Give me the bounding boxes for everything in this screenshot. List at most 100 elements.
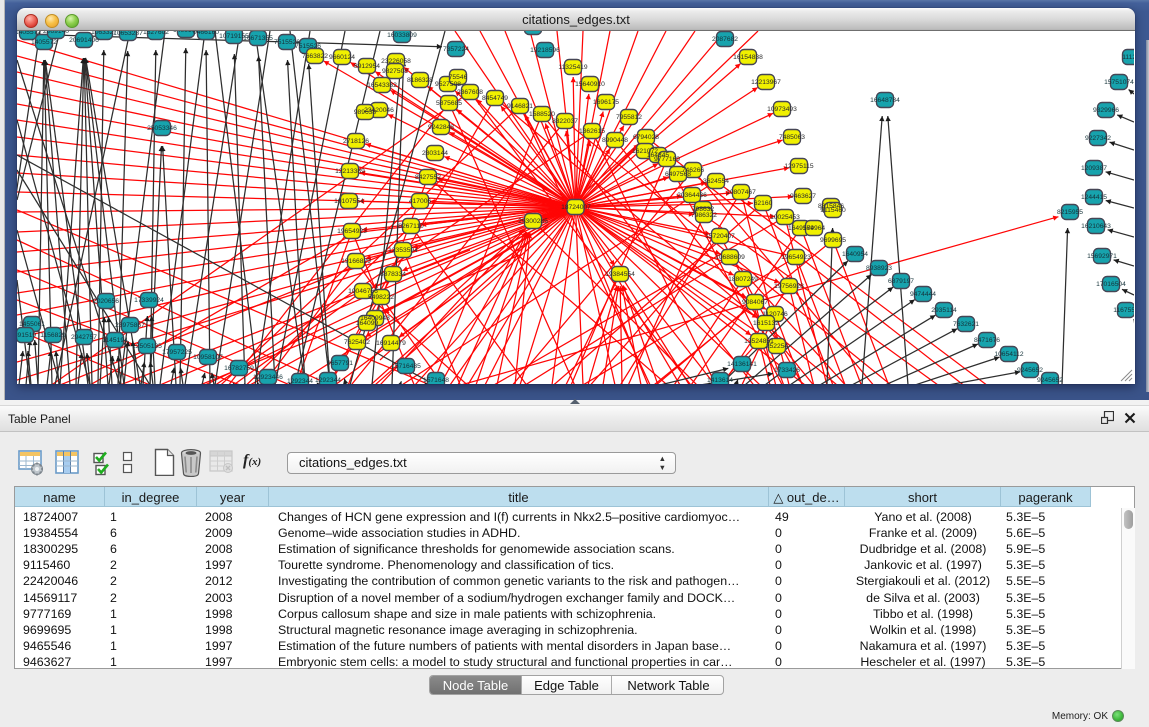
svg-text:10654112: 10654112 [994, 351, 1024, 358]
svg-text:7986322: 7986322 [691, 212, 717, 219]
svg-text:8471676: 8471676 [974, 337, 1000, 344]
svg-text:19654923: 19654923 [337, 228, 367, 235]
svg-text:7955812: 7955812 [616, 114, 642, 121]
svg-text:1145194: 1145194 [102, 337, 128, 344]
svg-text:10107554: 10107554 [334, 198, 364, 205]
svg-text:1292344: 1292344 [287, 378, 313, 384]
svg-text:20691406: 20691406 [69, 37, 99, 44]
svg-text:9146821: 9146821 [507, 103, 533, 110]
svg-text:12353594: 12353594 [388, 247, 418, 254]
svg-text:9777169: 9777169 [654, 156, 680, 163]
svg-text:1362615: 1362615 [579, 128, 605, 135]
svg-text:11325419: 11325419 [558, 64, 588, 71]
svg-text:8322037: 8322037 [552, 118, 578, 125]
svg-text:8878334: 8878334 [380, 271, 406, 278]
svg-text:7625402: 7625402 [344, 339, 370, 346]
svg-text:17016504: 17016504 [1096, 281, 1126, 288]
svg-text:9242848: 9242848 [428, 124, 454, 131]
svg-text:10025453: 10025453 [770, 214, 800, 221]
svg-text:2087682: 2087682 [712, 36, 738, 43]
svg-text:1405572: 1405572 [31, 39, 57, 46]
svg-text:1527602: 1527602 [143, 31, 169, 36]
svg-text:19654923: 19654923 [781, 254, 811, 261]
svg-text:9115460: 9115460 [820, 207, 846, 214]
svg-text:17957225: 17957225 [162, 349, 192, 356]
svg-text:17339924: 17339924 [134, 297, 164, 304]
svg-text:8912954: 8912954 [354, 63, 380, 70]
svg-text:9474444: 9474444 [910, 291, 936, 298]
svg-text:18807249: 18807249 [728, 276, 758, 283]
svg-text:1733426: 1733426 [774, 367, 800, 374]
svg-text:19166829: 19166829 [341, 258, 371, 265]
svg-text:8938923: 8938923 [866, 265, 892, 272]
svg-text:3624554: 3624554 [703, 178, 729, 185]
svg-text:10973493: 10973493 [767, 106, 797, 113]
svg-text:16782759: 16782759 [224, 365, 254, 372]
svg-text:9657791: 9657791 [327, 360, 353, 367]
svg-text:25053346: 25053346 [147, 125, 177, 132]
svg-text:2935114: 2935114 [931, 307, 957, 314]
svg-text:0466160: 0466160 [193, 31, 219, 36]
svg-text:7632621: 7632621 [953, 321, 979, 328]
svg-text:15640910: 15640910 [575, 81, 605, 88]
svg-text:15716485: 15716485 [391, 363, 421, 370]
svg-text:1120746: 1120746 [762, 311, 788, 318]
svg-text:1413614: 1413614 [707, 377, 733, 384]
svg-text:252254: 252254 [766, 343, 789, 350]
svg-text:8186328: 8186328 [407, 77, 433, 84]
svg-text:1244415: 1244415 [1081, 194, 1107, 201]
svg-text:1455061: 1455061 [19, 321, 45, 328]
svg-text:8267110: 8267110 [398, 223, 424, 230]
svg-text:75546: 75546 [449, 74, 468, 81]
svg-text:1209387: 1209387 [1081, 165, 1107, 172]
svg-text:2367608: 2367608 [457, 89, 483, 96]
svg-text:16210643: 16210643 [1081, 223, 1111, 230]
svg-text:16914479: 16914479 [376, 340, 406, 347]
svg-text:14136141: 14136141 [727, 361, 757, 368]
svg-text:2020656: 2020656 [93, 298, 119, 305]
svg-text:11121: 11121 [1122, 54, 1134, 61]
svg-text:8215955: 8215955 [1057, 209, 1083, 216]
svg-text:9527508: 9527508 [435, 81, 461, 88]
svg-text:16543382: 16543382 [367, 82, 397, 89]
svg-text:25300285: 25300285 [518, 218, 548, 225]
svg-text:9329966: 9329966 [1093, 107, 1119, 114]
svg-text:19384554: 19384554 [605, 271, 635, 278]
svg-text:9227342: 9227342 [1085, 135, 1111, 142]
svg-text:62160: 62160 [754, 200, 773, 207]
svg-text:2718126: 2718126 [343, 138, 369, 145]
svg-text:9827508: 9827508 [382, 68, 408, 75]
svg-text:8454749: 8454749 [482, 95, 508, 102]
svg-text:1640954: 1640954 [842, 251, 868, 258]
svg-text:6497568: 6497568 [665, 171, 691, 178]
svg-text:417006: 417006 [409, 198, 432, 205]
svg-text:10688609: 10688609 [715, 254, 745, 261]
svg-text:8427552: 8427552 [415, 174, 441, 181]
svg-text:19756928: 19756928 [774, 283, 804, 290]
svg-text:10807467: 10807467 [726, 189, 756, 196]
svg-text:19218596: 19218596 [530, 47, 560, 54]
svg-text:1156829: 1156829 [40, 332, 66, 339]
svg-text:7663822: 7663822 [302, 53, 328, 60]
svg-text:12213967: 12213967 [751, 79, 781, 86]
svg-text:9245652: 9245652 [1037, 377, 1063, 384]
svg-text:23226058: 23226058 [381, 58, 411, 65]
svg-text:12505135: 12505135 [132, 343, 162, 350]
svg-text:12213389: 12213389 [335, 168, 365, 175]
svg-text:15751074: 15751074 [1104, 79, 1134, 86]
svg-text:16648784: 16648784 [870, 97, 900, 104]
svg-text:1696175: 1696175 [593, 99, 619, 106]
svg-text:9660124: 9660124 [329, 54, 355, 61]
svg-text:391519: 391519 [17, 332, 36, 339]
svg-text:6794028: 6794028 [633, 134, 659, 141]
svg-text:7485063: 7485063 [779, 134, 805, 141]
svg-text:16033809: 16033809 [387, 32, 417, 39]
svg-text:5498222: 5498222 [368, 294, 394, 301]
svg-text:12975115: 12975115 [784, 163, 814, 170]
svg-text:164964: 164964 [803, 225, 826, 232]
svg-text:1167553: 1167553 [1113, 307, 1134, 314]
svg-text:1615132: 1615132 [753, 320, 779, 327]
svg-text:10958107: 10958107 [193, 354, 223, 361]
svg-text:5875685: 5875685 [436, 100, 462, 107]
svg-text:9245652: 9245652 [1017, 367, 1043, 374]
